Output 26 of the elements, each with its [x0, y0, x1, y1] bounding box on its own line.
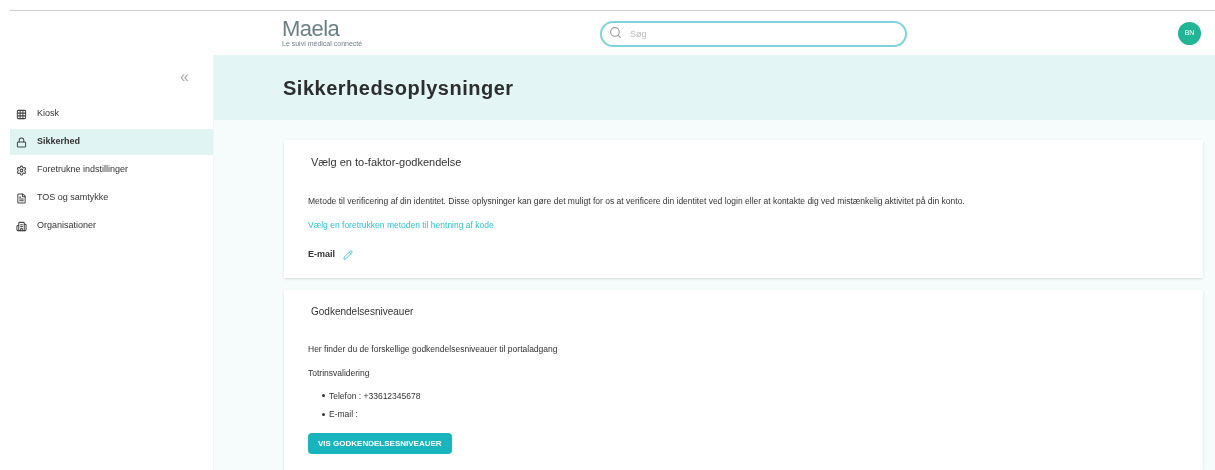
pencil-icon — [343, 249, 353, 260]
sidebar-item[interactable]: Organisationer — [10, 213, 213, 239]
sidebar-item[interactable]: Kiosk — [10, 101, 213, 127]
bullet-icon — [322, 413, 325, 417]
grid-icon — [16, 108, 27, 120]
lock-icon — [16, 136, 27, 148]
card-title: Vælg en to-faktor-godkendelse — [310, 155, 463, 170]
list-item: E-mail : — [329, 408, 358, 421]
card-title: Godkendelsesniveauer — [310, 305, 415, 319]
bullet-icon — [322, 394, 325, 398]
edit-button[interactable] — [343, 249, 353, 260]
method-label: E-mail — [308, 248, 335, 261]
sidebar-item[interactable]: Sikkerhed — [10, 129, 213, 155]
logo: Maela — [282, 18, 341, 40]
search-field[interactable]: Søg — [600, 21, 907, 47]
search-icon — [609, 26, 622, 39]
document-icon — [16, 192, 27, 204]
building-icon — [16, 220, 27, 232]
page-title: Sikkerhedsoplysninger — [283, 75, 514, 101]
description-text: Metode til verificering af din identitet. Disse oplysninger kan gøre det muligt for os at verificere din identitet ved login eller at kontakte dig ved mistænkelig aktivitet på din konto. — [308, 194, 966, 208]
subtitle-text: Totrinsvalidering — [308, 366, 371, 380]
sidebar-item[interactable]: TOS og samtykke — [10, 185, 213, 211]
description-text: Her finder du de forskellige godkendelsesniveauer til portaladgang — [308, 343, 559, 356]
sidebar-item[interactable]: Foretrukne indstillinger — [10, 157, 213, 183]
settings-icon — [16, 164, 27, 176]
list-item: Telefon : +33612345678 — [329, 389, 421, 403]
